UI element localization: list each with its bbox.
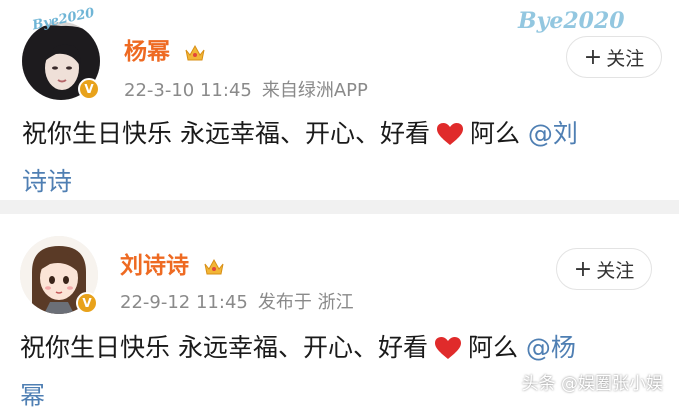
plus-icon: + (583, 44, 603, 70)
username-text: 刘诗诗 (120, 253, 189, 279)
post-time: 22-3-10 11:45 (124, 80, 252, 101)
username-yangmi[interactable]: 杨幂 (124, 32, 206, 66)
content-suffix: 阿么 (469, 119, 520, 148)
plus-icon: + (573, 256, 593, 282)
content-text: 祝你生日快乐 永远幸福、开心、好看 (20, 333, 428, 362)
post-source: 来自绿洲APP (261, 80, 368, 101)
heart-icon (436, 116, 464, 160)
mention-link-continued[interactable]: 幂 (20, 381, 45, 410)
follow-button[interactable]: + 关注 (566, 36, 662, 78)
username-liushishi[interactable]: 刘诗诗 (120, 246, 225, 280)
mention-link[interactable]: @刘 (528, 119, 578, 148)
verified-badge-icon: V (76, 292, 98, 314)
post-meta: 22-9-12 11:45 发布于 浙江 (120, 288, 354, 314)
content-suffix: 阿么 (467, 333, 518, 362)
post-meta: 22-3-10 11:45 来自绿洲APP (124, 76, 368, 102)
post-source: 发布于 浙江 (257, 292, 354, 313)
post-divider (0, 200, 679, 214)
crown-icon (204, 258, 224, 274)
post-time: 22-9-12 11:45 (120, 292, 248, 313)
weibo-post-yangmi: Bye2020 V 杨幂 22-3-10 11:45 来自绿洲APP Bye202… (0, 0, 679, 200)
post-content: 祝你生日快乐 永远幸福、开心、好看 阿么 @刘 诗诗 (22, 112, 662, 204)
username-text: 杨幂 (124, 39, 170, 65)
verified-badge-icon: V (78, 78, 100, 100)
toutiao-watermark: 头条 @娱圈张小娱 (521, 374, 663, 394)
heart-icon (434, 330, 462, 374)
follow-button[interactable]: + 关注 (556, 248, 652, 290)
mention-link[interactable]: @杨 (526, 333, 576, 362)
mention-link-continued[interactable]: 诗诗 (22, 167, 72, 196)
bye2020-sticker-large: Bye2020 (518, 8, 625, 34)
content-text: 祝你生日快乐 永远幸福、开心、好看 (22, 119, 430, 148)
follow-label: 关注 (596, 259, 635, 282)
crown-icon (185, 44, 205, 60)
follow-label: 关注 (606, 47, 645, 70)
